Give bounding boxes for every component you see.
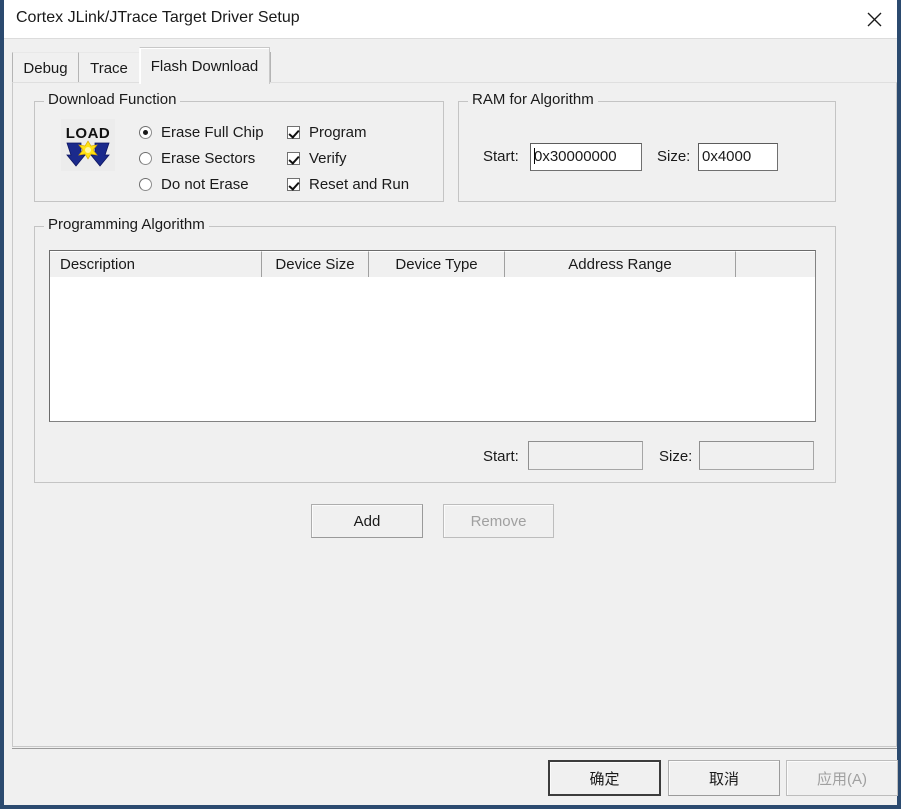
algorithm-list-header: Description Device Size Device Type Addr… [50,251,815,278]
ok-button[interactable]: 确定 [548,760,661,796]
ram-size-input[interactable]: 0x4000 [698,143,778,171]
radio-erase-full-chip-mark [139,126,152,139]
algorithm-start-input[interactable] [528,441,643,470]
ram-start-input[interactable]: 0x30000000 [530,143,642,171]
load-icon: LOAD [61,119,115,171]
checkbox-program-label: Program [309,124,367,141]
checkbox-reset-and-run-label: Reset and Run [309,176,410,193]
group-download-function-title: Download Function [44,91,181,108]
remove-button-label: Remove [470,512,527,530]
tab-trace-label: Trace [90,59,128,77]
tab-flash-download[interactable]: Flash Download [139,47,270,84]
ram-start-label: Start: [483,148,519,165]
tab-debug[interactable]: Debug [12,52,78,83]
checkbox-reset-and-run[interactable]: Reset and Run [287,176,409,193]
footer-separator [12,748,897,749]
tab-strip: Debug Trace Flash Download [12,47,897,84]
ok-button-label: 确定 [589,770,620,788]
apply-button[interactable]: 应用(A) [786,760,898,796]
algorithm-list-body [50,277,815,421]
checkbox-verify-mark [287,152,300,165]
group-programming-algorithm-title: Programming Algorithm [44,216,209,233]
radio-do-not-erase-label: Do not Erase [161,176,249,193]
tab-debug-label: Debug [23,59,68,77]
column-header-description[interactable]: Description [50,251,262,277]
dialog-window: Cortex JLink/JTrace Target Driver Setup … [0,0,901,809]
radio-do-not-erase-mark [139,178,152,191]
algorithm-size-label: Size: [659,448,693,465]
cancel-button[interactable]: 取消 [668,760,780,796]
checkbox-program-mark [287,126,300,139]
add-button-label: Add [353,512,381,530]
algorithm-start-label: Start: [483,448,519,465]
tab-strip-edge [270,52,276,83]
radio-erase-sectors[interactable]: Erase Sectors [139,150,255,167]
column-header-device-size[interactable]: Device Size [262,251,369,277]
checkbox-program[interactable]: Program [287,124,367,141]
checkbox-reset-and-run-mark [287,178,300,191]
radio-erase-sectors-label: Erase Sectors [161,150,256,167]
tab-flash-download-label: Flash Download [150,57,259,75]
ram-start-value: 0x30000000 [534,148,617,165]
checkbox-verify-label: Verify [309,150,347,167]
ram-size-value: 0x4000 [702,148,752,165]
radio-erase-sectors-mark [139,152,152,165]
svg-text:LOAD: LOAD [66,125,111,142]
algorithm-list[interactable]: Description Device Size Device Type Addr… [49,250,816,422]
apply-button-label: 应用(A) [817,770,867,788]
close-icon [867,12,882,27]
window-title: Cortex JLink/JTrace Target Driver Setup [16,9,300,26]
radio-do-not-erase[interactable]: Do not Erase [139,176,249,193]
column-header-address-range[interactable]: Address Range [505,251,736,277]
tab-trace[interactable]: Trace [78,52,139,83]
checkbox-verify[interactable]: Verify [287,150,347,167]
remove-button[interactable]: Remove [443,504,554,538]
ram-size-label: Size: [657,148,691,165]
column-header-blank[interactable] [736,251,815,277]
radio-erase-full-chip-label: Erase Full Chip [161,124,264,141]
radio-erase-full-chip[interactable]: Erase Full Chip [139,124,264,141]
group-ram-for-algorithm-title: RAM for Algorithm [468,91,598,108]
close-button[interactable] [851,0,897,38]
title-bar: Cortex JLink/JTrace Target Driver Setup [4,0,897,39]
algorithm-size-input[interactable] [699,441,814,470]
column-header-device-type[interactable]: Device Type [369,251,505,277]
cancel-button-label: 取消 [708,770,739,788]
add-button[interactable]: Add [311,504,423,538]
